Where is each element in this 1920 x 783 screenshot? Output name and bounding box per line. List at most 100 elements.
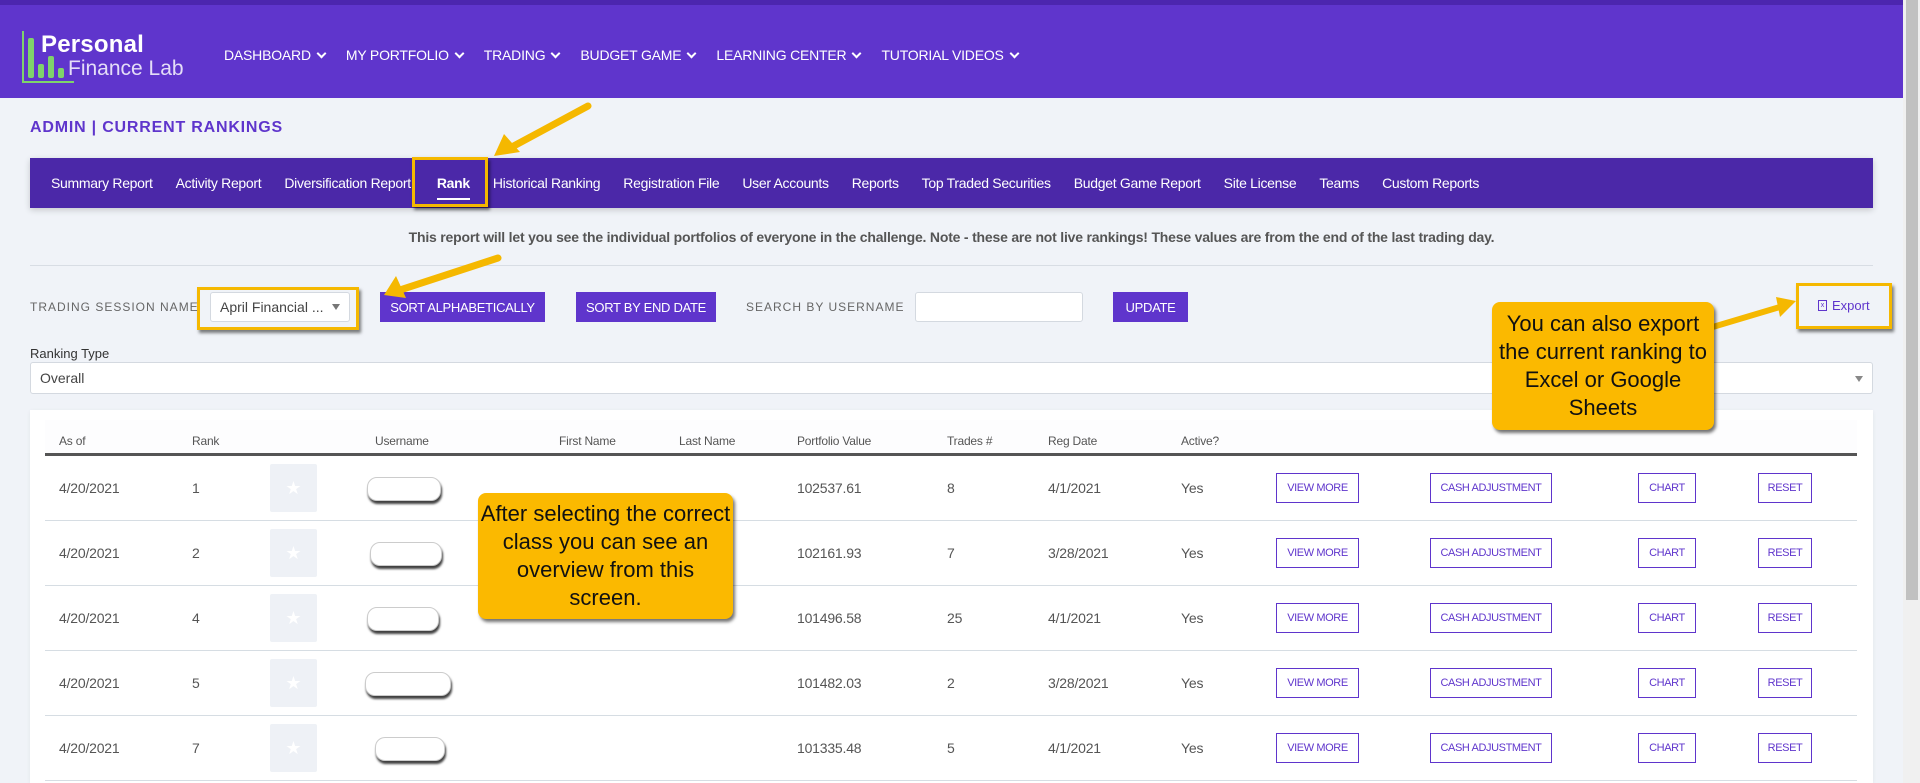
- tab-user-accounts[interactable]: User Accounts: [742, 175, 829, 191]
- cell-portfolio-value: 101496.58: [797, 610, 862, 626]
- nav-trading[interactable]: TRADING: [483, 47, 561, 63]
- sort-by-end-date-button[interactable]: SORT BY END DATE: [576, 292, 716, 322]
- tab-registration-file[interactable]: Registration File: [623, 175, 719, 191]
- view-more-button[interactable]: VIEW MORE: [1276, 473, 1359, 503]
- update-button[interactable]: UPDATE: [1113, 292, 1188, 322]
- arrow-to-export-icon: [1703, 297, 1796, 332]
- table-row: 4/20/2021 2 ★ 102161.93 7 3/28/2021 Yes VIEW MO…: [45, 521, 1857, 586]
- cash-adjustment-button[interactable]: CASH ADJUSTMENT: [1430, 603, 1552, 633]
- cell-active: Yes: [1181, 675, 1204, 691]
- export-highlight: [1796, 283, 1892, 329]
- tab-summary-report[interactable]: Summary Report: [51, 175, 153, 191]
- reset-button[interactable]: RESET: [1758, 668, 1812, 698]
- nav-tutorial-videos[interactable]: TUTORIAL VIDEOS: [881, 47, 1020, 63]
- reset-button[interactable]: RESET: [1758, 538, 1812, 568]
- col-as-of: As of: [59, 434, 86, 448]
- cash-adjustment-button[interactable]: CASH ADJUSTMENT: [1430, 473, 1552, 503]
- cell-active: Yes: [1181, 740, 1204, 756]
- cash-adjustment-button[interactable]: CASH ADJUSTMENT: [1430, 538, 1552, 568]
- cell-reg-date: 4/1/2021: [1048, 480, 1101, 496]
- search-label: SEARCH BY USERNAME: [746, 300, 905, 314]
- chart-button[interactable]: CHART: [1638, 603, 1696, 633]
- cash-adjustment-button[interactable]: CASH ADJUSTMENT: [1430, 733, 1552, 763]
- reset-button[interactable]: RESET: [1758, 733, 1812, 763]
- view-more-button[interactable]: VIEW MORE: [1276, 668, 1359, 698]
- view-more-button[interactable]: VIEW MORE: [1276, 603, 1359, 633]
- tab-site-license[interactable]: Site License: [1224, 175, 1297, 191]
- tab-top-traded-securities[interactable]: Top Traded Securities: [922, 175, 1051, 191]
- tab-diversification-report[interactable]: Diversification Report: [284, 175, 411, 191]
- nav-label: TRADING: [483, 47, 546, 63]
- cell-portfolio-value: 102537.61: [797, 480, 862, 496]
- tab-historical-ranking[interactable]: Historical Ranking: [493, 175, 601, 191]
- cell-reg-date: 4/1/2021: [1048, 740, 1101, 756]
- rank-tab-highlight: [412, 157, 488, 207]
- table-row: 4/20/2021 4 ★ 101496.58 25 4/1/2021 Yes VIEW MO…: [45, 586, 1857, 651]
- cell-as-of: 4/20/2021: [59, 545, 120, 561]
- cell-trades: 25: [947, 610, 963, 626]
- view-more-button[interactable]: VIEW MORE: [1276, 733, 1359, 763]
- reset-button[interactable]: RESET: [1758, 473, 1812, 503]
- nav-label: LEARNING CENTER: [716, 47, 847, 63]
- tab-budget-game-report[interactable]: Budget Game Report: [1074, 175, 1201, 191]
- cell-reg-date: 4/1/2021: [1048, 610, 1101, 626]
- favorite-star-icon[interactable]: ★: [270, 464, 317, 512]
- nav-learning-center[interactable]: LEARNING CENTER: [716, 47, 862, 63]
- cash-adjustment-button[interactable]: CASH ADJUSTMENT: [1430, 668, 1552, 698]
- favorite-star-icon[interactable]: ★: [270, 529, 317, 577]
- chart-button[interactable]: CHART: [1638, 538, 1696, 568]
- chart-button[interactable]: CHART: [1638, 733, 1696, 763]
- chart-button[interactable]: CHART: [1638, 473, 1696, 503]
- arrow-to-rank-tab-icon: [494, 102, 592, 156]
- table-row: 4/20/2021 5 ★ 101482.03 2 3/28/2021 Yes VIEW MO…: [45, 651, 1857, 716]
- cell-rank: 4: [192, 610, 200, 626]
- chevron-down-icon: [316, 48, 327, 58]
- nav-label: TUTORIAL VIDEOS: [881, 47, 1004, 63]
- favorite-star-icon[interactable]: ★: [270, 724, 317, 772]
- nav-budget-game[interactable]: BUDGET GAME: [580, 47, 697, 63]
- brand-logo[interactable]: Personal Finance Lab: [20, 27, 185, 85]
- col-reg-date: Reg Date: [1048, 434, 1098, 448]
- ranking-type-label: Ranking Type: [30, 346, 110, 361]
- favorite-star-icon[interactable]: ★: [270, 659, 317, 707]
- cell-trades: 7: [947, 545, 955, 561]
- table-row: 4/20/2021 7 ★ 101335.48 5 4/1/2021 Yes VIEW MOR…: [45, 716, 1857, 781]
- tab-reports[interactable]: Reports: [852, 175, 899, 191]
- col-rank: Rank: [192, 434, 220, 448]
- username-redacted: [367, 607, 439, 631]
- username-redacted: [367, 477, 441, 501]
- cell-active: Yes: [1181, 480, 1204, 496]
- chevron-down-icon: [454, 48, 465, 58]
- cell-portfolio-value: 102161.93: [797, 545, 862, 561]
- view-more-button[interactable]: VIEW MORE: [1276, 538, 1359, 568]
- col-first-name: First Name: [559, 434, 616, 448]
- nav-label: BUDGET GAME: [580, 47, 682, 63]
- cell-as-of: 4/20/2021: [59, 675, 120, 691]
- cell-rank: 7: [192, 740, 200, 756]
- divider: [30, 265, 1873, 266]
- brand-name-line1: Personal: [41, 31, 144, 58]
- favorite-star-icon[interactable]: ★: [270, 594, 317, 642]
- tab-teams[interactable]: Teams: [1319, 175, 1359, 191]
- tab-custom-reports[interactable]: Custom Reports: [1382, 175, 1479, 191]
- ranking-type-value: Overall: [40, 370, 85, 386]
- chevron-down-icon: [686, 48, 697, 58]
- reset-button[interactable]: RESET: [1758, 603, 1812, 633]
- cell-as-of: 4/20/2021: [59, 480, 120, 496]
- export-callout: You can also export the current ranking …: [1492, 302, 1714, 430]
- nav-my-portfolio[interactable]: MY PORTFOLIO: [345, 47, 465, 63]
- tab-activity-report[interactable]: Activity Report: [176, 175, 262, 191]
- page-scrollbar[interactable]: [1903, 0, 1920, 783]
- chart-button[interactable]: CHART: [1638, 668, 1696, 698]
- username-redacted: [370, 542, 442, 566]
- nav-label: MY PORTFOLIO: [345, 47, 449, 63]
- cell-reg-date: 3/28/2021: [1048, 675, 1109, 691]
- scrollbar-thumb[interactable]: [1906, 0, 1918, 600]
- col-username: Username: [375, 434, 429, 448]
- search-username-input[interactable]: [915, 292, 1083, 322]
- chevron-down-icon: [1009, 48, 1020, 58]
- username-redacted: [365, 672, 451, 696]
- nav-dashboard[interactable]: DASHBOARD: [224, 47, 327, 63]
- cell-trades: 2: [947, 675, 955, 691]
- admin-subnav: Summary Report Activity Report Diversifi…: [30, 158, 1873, 208]
